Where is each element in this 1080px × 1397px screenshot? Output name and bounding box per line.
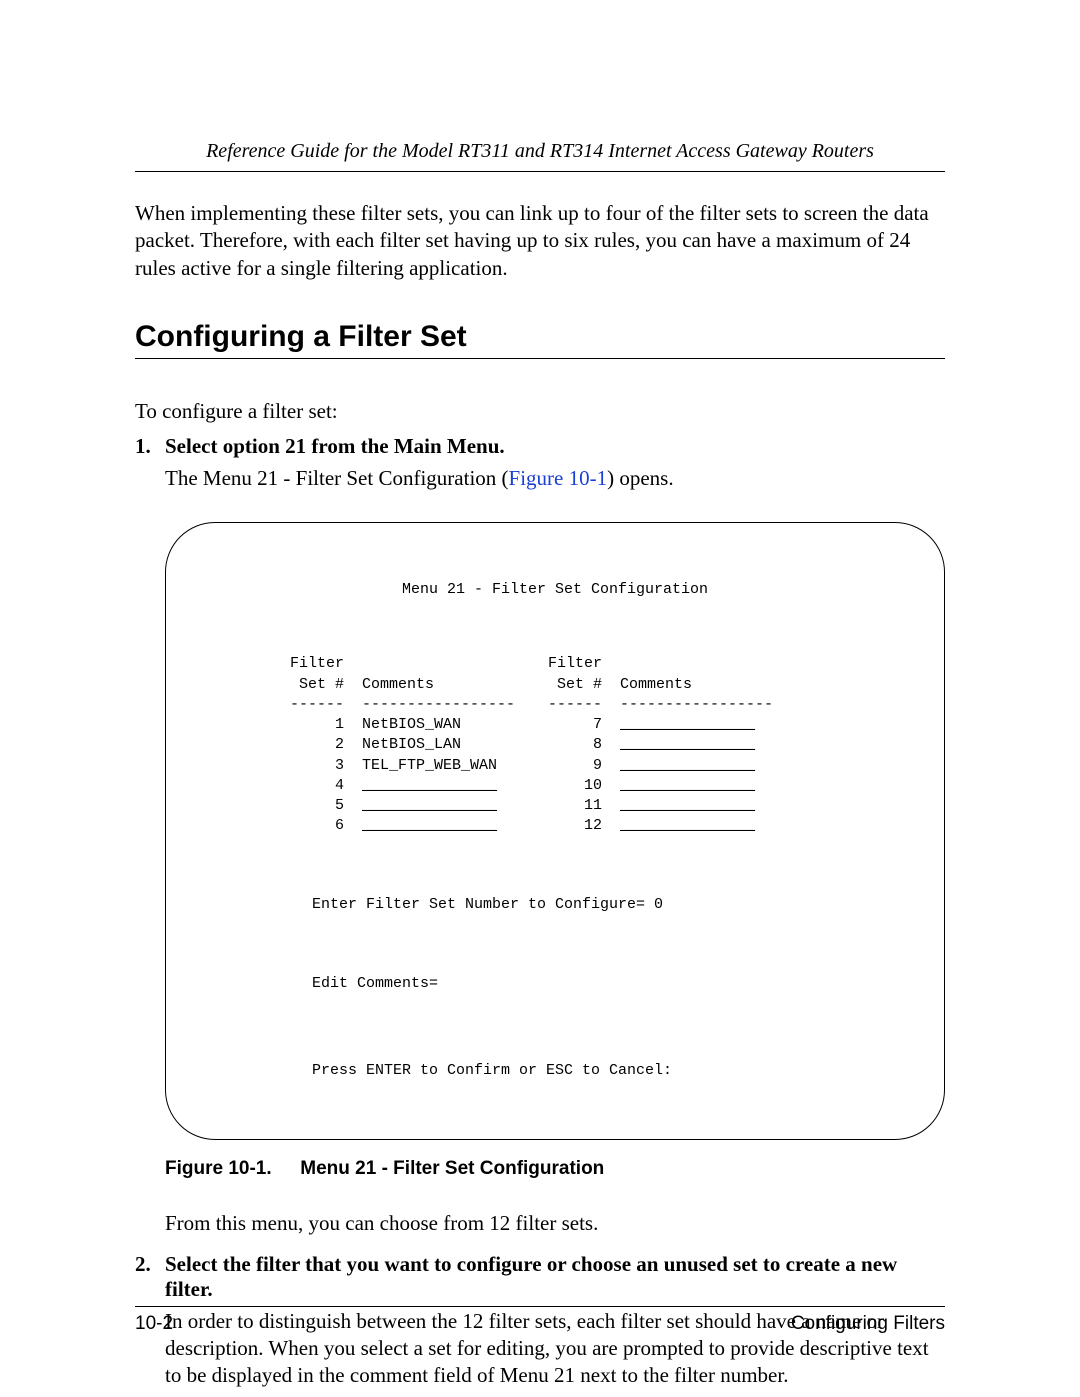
- step-1-body-post: ) opens.: [607, 466, 674, 490]
- step-1-after-figure: From this menu, you can choose from 12 f…: [165, 1210, 945, 1237]
- terminal-blank: _______________: [620, 776, 755, 796]
- terminal-blank: _______________: [362, 816, 497, 836]
- terminal-col-hdr: Comments: [362, 675, 532, 695]
- terminal-prompt-3: Press ENTER to Confirm or ESC to Cancel:: [202, 1061, 908, 1081]
- step-2-heading: Select the filter that you want to confi…: [165, 1252, 945, 1302]
- terminal-screenshot: Menu 21 - Filter Set Configuration Filte…: [165, 522, 945, 1140]
- terminal-cell: 2: [274, 735, 362, 755]
- figure-caption: Figure 10-1. Menu 21 - Filter Set Config…: [165, 1158, 945, 1180]
- lead-sentence: To configure a filter set:: [135, 399, 945, 424]
- terminal-divider: -----------------: [620, 695, 770, 715]
- terminal-blank: _______________: [362, 776, 497, 796]
- terminal-col-hdr: Set #: [532, 675, 620, 695]
- terminal-cell: NetBIOS_WAN: [362, 715, 532, 735]
- terminal-blank: _______________: [620, 756, 755, 776]
- step-1-body-pre: The Menu 21 - Filter Set Configuration (: [165, 466, 509, 490]
- terminal-divider: -----------------: [362, 695, 532, 715]
- terminal-cell: 8: [532, 735, 620, 755]
- terminal-col-hdr: Set #: [274, 675, 362, 695]
- terminal-blank: _______________: [620, 715, 755, 735]
- terminal-cell: 11: [532, 796, 620, 816]
- terminal-cell: 4: [274, 776, 362, 796]
- terminal-cell: 10: [532, 776, 620, 796]
- figure-number: Figure 10-1.: [165, 1158, 295, 1180]
- section-rule: [135, 358, 945, 359]
- terminal-cell: 1: [274, 715, 362, 735]
- step-1-body: The Menu 21 - Filter Set Configuration (…: [165, 465, 945, 492]
- running-header: Reference Guide for the Model RT311 and …: [135, 140, 945, 171]
- terminal-blank: _______________: [362, 796, 497, 816]
- terminal-divider: ------: [274, 695, 362, 715]
- footer-rule: [135, 1306, 945, 1307]
- terminal-title: Menu 21 - Filter Set Configuration: [202, 580, 908, 600]
- figure-cross-reference[interactable]: Figure 10-1: [509, 466, 608, 490]
- terminal-blank: _______________: [620, 735, 755, 755]
- intro-paragraph: When implementing these filter sets, you…: [135, 200, 945, 282]
- terminal-cell: 5: [274, 796, 362, 816]
- terminal-cell: 3: [274, 756, 362, 776]
- terminal-blank: _______________: [620, 816, 755, 836]
- step-1: Select option 21 from the Main Menu. The…: [135, 434, 945, 1238]
- terminal-cell: 9: [532, 756, 620, 776]
- page-number: 10-2: [135, 1313, 173, 1335]
- terminal-cell: 7: [532, 715, 620, 735]
- terminal-blank: _______________: [620, 796, 755, 816]
- terminal-col-hdr: Filter: [274, 654, 362, 674]
- header-rule: [135, 171, 945, 172]
- terminal-cell: 12: [532, 816, 620, 836]
- terminal-cell: NetBIOS_LAN: [362, 735, 532, 755]
- terminal-col-hdr: Comments: [620, 675, 770, 695]
- terminal-col-hdr: Filter: [532, 654, 620, 674]
- step-1-heading: Select option 21 from the Main Menu.: [165, 434, 945, 459]
- terminal-divider: ------: [532, 695, 620, 715]
- footer-section-title: Configuring Filters: [791, 1313, 945, 1335]
- terminal-prompt-2: Edit Comments=: [202, 974, 908, 994]
- terminal-cell: TEL_FTP_WEB_WAN: [362, 756, 532, 776]
- terminal-cell: 6: [274, 816, 362, 836]
- terminal-prompt-1: Enter Filter Set Number to Configure= 0: [202, 895, 908, 915]
- section-heading: Configuring a Filter Set: [135, 320, 945, 354]
- terminal-table: Filter Filter Set #CommentsSet #Comments…: [274, 634, 770, 857]
- figure-title: Menu 21 - Filter Set Configuration: [300, 1158, 604, 1179]
